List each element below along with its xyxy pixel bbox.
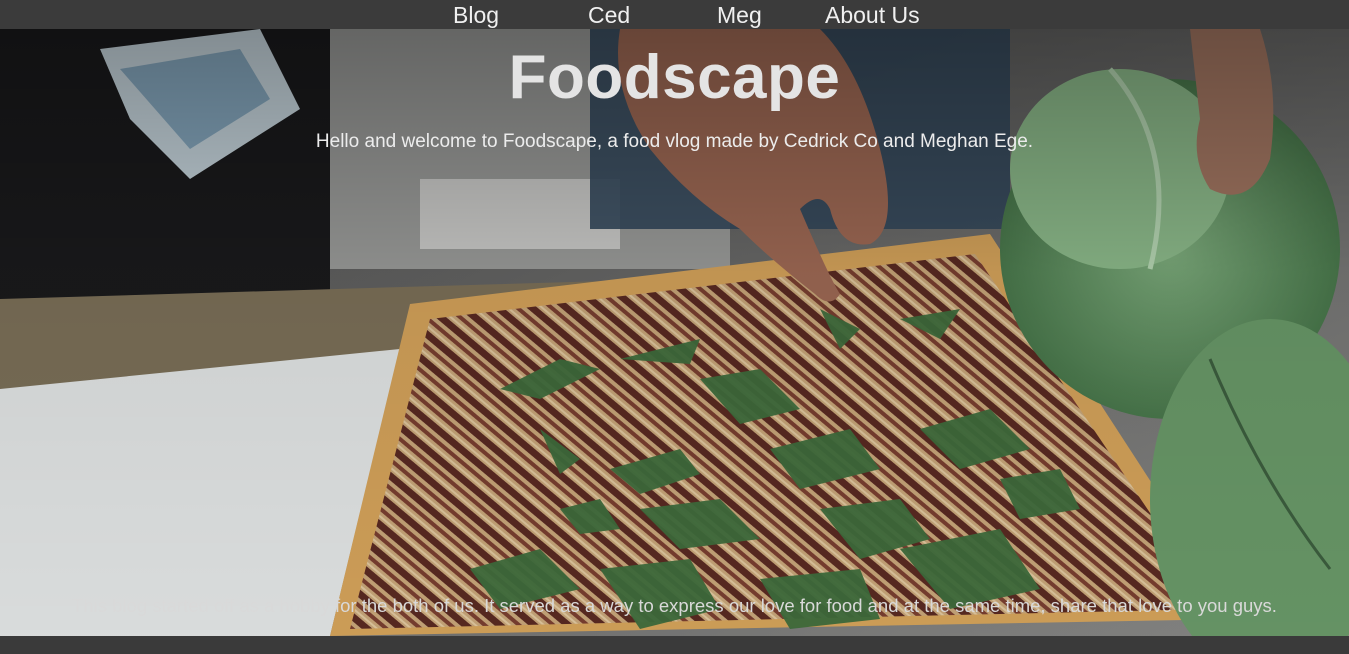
footer-bar [0,636,1349,654]
hero-background-image [0,29,1349,636]
hero-section [0,29,1349,636]
nav-link-ced[interactable]: Ced [588,0,630,29]
nav-link-blog[interactable]: Blog [453,0,499,29]
nav-link-about-us[interactable]: About Us [825,0,920,29]
nav-link-meg[interactable]: Meg [717,0,762,29]
site-title: Foodscape [508,43,841,112]
top-navbar: Blog Ced Meg About Us [0,0,1349,29]
intro-paragraph: This blog started off as a hobby for the… [72,595,1277,616]
welcome-tagline: Hello and welcome to Foodscape, a food v… [315,131,1034,152]
